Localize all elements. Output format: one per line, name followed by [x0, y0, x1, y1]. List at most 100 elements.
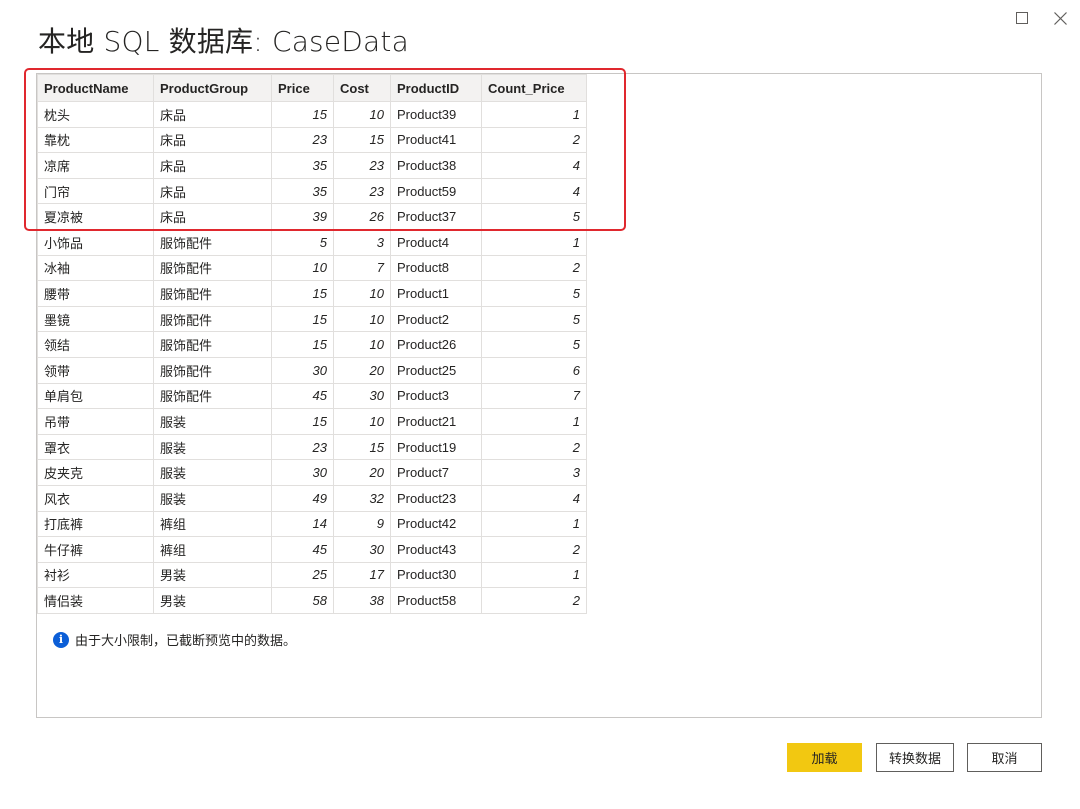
- table-cell: 服装: [153, 408, 272, 435]
- table-cell: Product21: [390, 408, 482, 435]
- table-cell: 39: [271, 203, 334, 230]
- table-cell: 2: [481, 587, 587, 614]
- table-cell: 服饰配件: [153, 382, 272, 410]
- table-row: 打底裤 裤组 14 9 Product42 1: [37, 510, 587, 538]
- table-cell: 23: [333, 152, 391, 179]
- table-row: 领结 服饰配件 15 10 Product26 5: [37, 331, 587, 358]
- table-cell: Product41: [390, 126, 482, 154]
- cancel-button[interactable]: 取消: [967, 743, 1042, 772]
- table-body: 枕头 床品 15 10 Product39 1 靠枕 床品 23 15 Product41 2 凉席 床品…: [37, 101, 587, 614]
- info-icon: i: [53, 631, 69, 648]
- table-cell: 7: [333, 254, 391, 282]
- table-cell: 床品: [153, 203, 272, 230]
- table-cell: 裤组: [153, 536, 272, 563]
- table-cell: Product39: [390, 101, 482, 128]
- column-header-count-price[interactable]: Count_Price: [481, 74, 587, 102]
- table-cell: 10: [333, 408, 391, 435]
- table-cell: 9: [333, 510, 391, 538]
- table-cell: 床品: [153, 177, 272, 205]
- column-header-productgroup[interactable]: ProductGroup: [153, 74, 272, 102]
- table-cell: 23: [271, 433, 334, 461]
- table-cell: Product7: [390, 459, 482, 486]
- table-cell: Product25: [390, 356, 482, 384]
- table-cell: 6: [481, 356, 587, 384]
- table-cell: 26: [333, 203, 391, 230]
- table-cell: 17: [333, 561, 391, 589]
- column-header-cost[interactable]: Cost: [333, 74, 391, 102]
- table-cell: 14: [271, 510, 334, 538]
- table-cell: 30: [333, 382, 391, 410]
- table-cell: 衬衫: [37, 561, 154, 589]
- table-cell: Product1: [390, 280, 482, 307]
- column-header-productid[interactable]: ProductID: [390, 74, 482, 102]
- table-cell: 35: [271, 152, 334, 179]
- table-cell: 1: [481, 510, 587, 538]
- table-cell: Product43: [390, 536, 482, 563]
- table-cell: 45: [271, 382, 334, 410]
- data-preview-table: ProductName ProductGroup Price Cost Prod…: [37, 74, 587, 614]
- table-cell: 男装: [153, 587, 272, 614]
- table-cell: 23: [271, 126, 334, 154]
- load-button[interactable]: 加载: [787, 743, 862, 772]
- table-cell: 10: [333, 331, 391, 358]
- table-cell: 5: [481, 305, 587, 333]
- table-cell: 5: [481, 280, 587, 307]
- table-cell: 2: [481, 254, 587, 282]
- table-row: 领带 服饰配件 30 20 Product25 6: [37, 356, 587, 384]
- table-cell: 4: [481, 177, 587, 205]
- table-cell: 1: [481, 408, 587, 435]
- table-cell: 23: [333, 177, 391, 205]
- table-row: 吊带 服装 15 10 Product21 1: [37, 408, 587, 435]
- table-cell: 3: [481, 459, 587, 486]
- table-cell: 2: [481, 126, 587, 154]
- table-cell: 15: [271, 305, 334, 333]
- maximize-button[interactable]: [1010, 8, 1034, 28]
- close-button[interactable]: [1048, 8, 1072, 28]
- truncation-notice: i 由于大小限制，已截断预览中的数据。: [53, 630, 296, 649]
- table-cell: 墨镜: [37, 305, 154, 333]
- table-cell: 49: [271, 484, 334, 512]
- table-cell: Product38: [390, 152, 482, 179]
- table-cell: 5: [271, 228, 334, 256]
- table-row: 门帘 床品 35 23 Product59 4: [37, 177, 587, 205]
- table-cell: 20: [333, 459, 391, 486]
- dialog-title: 本地 SQL 数据库: CaseData: [38, 25, 409, 58]
- table-row: 单肩包 服饰配件 45 30 Product3 7: [37, 382, 587, 410]
- window-controls: [1010, 8, 1072, 28]
- table-cell: Product8: [390, 254, 482, 282]
- table-cell: 服装: [153, 459, 272, 486]
- table-row: 罩衣 服装 23 15 Product19 2: [37, 433, 587, 461]
- truncation-notice-text: 由于大小限制，已截断预览中的数据。: [75, 634, 297, 649]
- table-cell: Product19: [390, 433, 482, 461]
- transform-data-button[interactable]: 转换数据: [876, 743, 954, 772]
- table-cell: 58: [271, 587, 334, 614]
- table-row: 凉席 床品 35 23 Product38 4: [37, 152, 587, 179]
- table-row: 墨镜 服饰配件 15 10 Product2 5: [37, 305, 587, 333]
- table-cell: 15: [271, 280, 334, 307]
- table-row: 衬衫 男装 25 17 Product30 1: [37, 561, 587, 589]
- table-cell: Product26: [390, 331, 482, 358]
- table-row: 牛仔裤 裤组 45 30 Product43 2: [37, 536, 587, 563]
- table-cell: 38: [333, 587, 391, 614]
- table-row: 小饰品 服饰配件 5 3 Product4 1: [37, 228, 587, 256]
- table-cell: 服饰配件: [153, 356, 272, 384]
- table-cell: 腰带: [37, 280, 154, 307]
- table-cell: 床品: [153, 101, 272, 128]
- table-cell: 35: [271, 177, 334, 205]
- table-cell: 罩衣: [37, 433, 154, 461]
- table-cell: Product30: [390, 561, 482, 589]
- table-cell: Product2: [390, 305, 482, 333]
- column-header-price[interactable]: Price: [271, 74, 334, 102]
- table-cell: 15: [333, 126, 391, 154]
- table-cell: 服饰配件: [153, 228, 272, 256]
- table-cell: 领带: [37, 356, 154, 384]
- table-cell: 小饰品: [37, 228, 154, 256]
- table-cell: 靠枕: [37, 126, 154, 154]
- table-cell: 10: [333, 305, 391, 333]
- table-cell: 服饰配件: [153, 305, 272, 333]
- column-header-productname[interactable]: ProductName: [37, 74, 154, 102]
- table-cell: 单肩包: [37, 382, 154, 410]
- table-cell: 皮夹克: [37, 459, 154, 486]
- table-cell: 凉席: [37, 152, 154, 179]
- table-cell: 服装: [153, 433, 272, 461]
